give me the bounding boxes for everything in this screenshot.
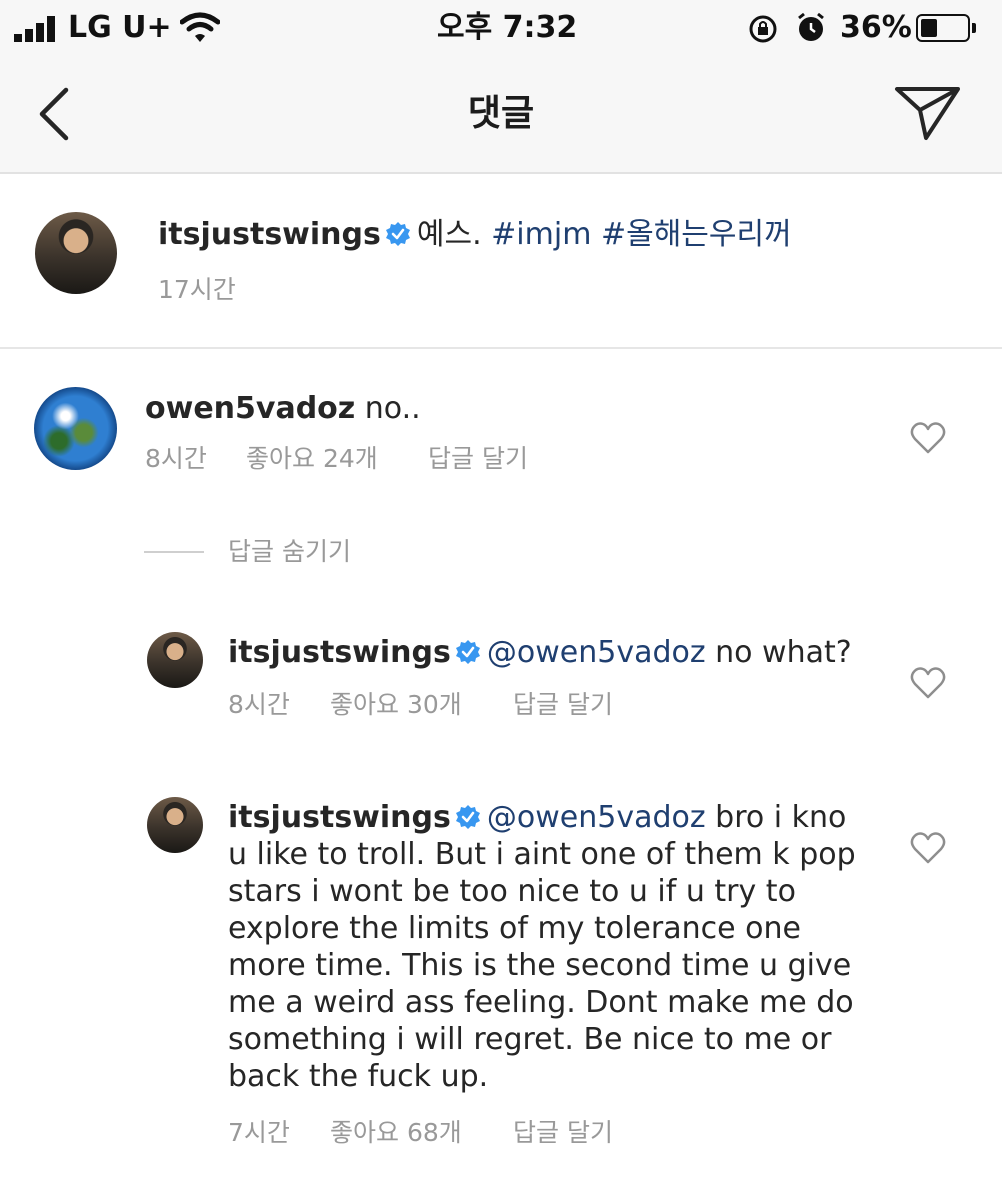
- reply-body: itsjustswings @owen5vadoz bro i kno u lik…: [228, 799, 868, 1095]
- avatar[interactable]: [147, 797, 203, 853]
- reply-time: 8시간: [228, 690, 290, 719]
- verified-badge-icon: [455, 805, 480, 829]
- comment-username[interactable]: owen5vadoz: [145, 391, 355, 426]
- heart-icon[interactable]: [910, 832, 946, 864]
- page-title: 댓글: [467, 93, 535, 134]
- reply-username[interactable]: itsjustswings: [228, 635, 451, 670]
- hide-replies-button[interactable]: 답글 숨기기: [228, 537, 351, 567]
- comment-text: no..: [364, 391, 421, 426]
- reply-button[interactable]: 답글 달기: [513, 1118, 613, 1148]
- divider: [0, 347, 1002, 349]
- heart-icon[interactable]: [910, 422, 946, 454]
- reply-time: 7시간: [228, 1118, 290, 1147]
- direct-send-icon[interactable]: [894, 84, 962, 142]
- carrier-label: LG U+: [68, 10, 172, 45]
- hide-replies-line: [144, 551, 204, 553]
- caption-time: 17시간: [158, 275, 236, 304]
- reply-mention[interactable]: @owen5vadoz: [487, 800, 706, 835]
- alarm-icon: [798, 12, 824, 41]
- wifi-icon: [180, 12, 220, 42]
- reply-line: itsjustswings @owen5vadoz no what?: [228, 634, 852, 671]
- battery-icon: [916, 14, 970, 42]
- clock-time: 오후 7:32: [437, 10, 578, 45]
- caption-line: itsjustswings 예스. #imjm #올해는우리꺼: [158, 216, 792, 253]
- caption-username[interactable]: itsjustswings: [158, 217, 381, 252]
- avatar[interactable]: [147, 632, 203, 688]
- caption-text: 예스.: [416, 217, 482, 252]
- likes-count[interactable]: 좋아요 24개: [246, 444, 378, 474]
- reply-mention[interactable]: @owen5vadoz: [487, 635, 706, 670]
- verified-badge-icon: [385, 222, 410, 246]
- status-bar: LG U+ 오후 7:32 36%: [0, 0, 1002, 58]
- avatar[interactable]: [34, 387, 117, 470]
- caption-hashtags[interactable]: #imjm #올해는우리꺼: [491, 217, 792, 252]
- reply-button[interactable]: 답글 달기: [513, 690, 613, 720]
- heart-icon[interactable]: [910, 667, 946, 699]
- reply-text: no what?: [715, 635, 852, 670]
- likes-count[interactable]: 좋아요 30개: [330, 690, 462, 720]
- reply-button[interactable]: 답글 달기: [428, 444, 528, 474]
- verified-badge-icon: [455, 640, 480, 664]
- reply-text: bro i kno u like to troll. But i aint on…: [228, 800, 856, 1094]
- comment-line: owen5vadoz no..: [145, 390, 421, 427]
- reply-username[interactable]: itsjustswings: [228, 800, 451, 835]
- comment-time: 8시간: [145, 444, 207, 473]
- signal-icon: [14, 16, 55, 42]
- rotation-lock-icon: [749, 15, 777, 43]
- avatar[interactable]: [35, 212, 117, 294]
- likes-count[interactable]: 좋아요 68개: [330, 1118, 462, 1148]
- battery-percent: 36%: [840, 10, 912, 45]
